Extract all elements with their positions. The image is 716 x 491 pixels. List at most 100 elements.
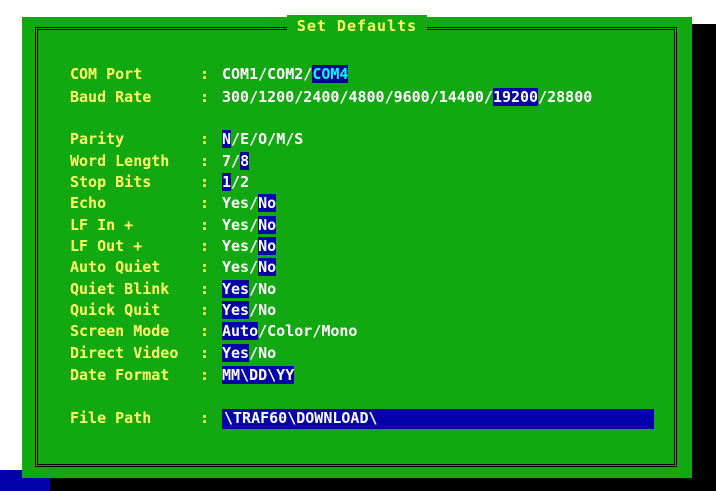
option-com-port-com1[interactable]: COM1 xyxy=(222,65,258,83)
option-parity-s[interactable]: S xyxy=(294,130,303,148)
option-separator: / xyxy=(294,88,304,106)
setting-row-quick-quit: Quick Quit: Yes/No xyxy=(70,301,276,321)
option-separator: / xyxy=(249,280,259,298)
setting-row-auto-quiet: Auto Quiet: Yes/No xyxy=(70,258,277,278)
file-path-label: File Path xyxy=(70,409,152,427)
option-screen-mode-auto[interactable]: Auto xyxy=(222,322,259,340)
option-baud-rate-19200[interactable]: 19200 xyxy=(492,88,539,106)
setting-row-screen-mode: Screen Mode: Auto/Color/Mono xyxy=(70,322,357,342)
option-echo-no[interactable]: No xyxy=(258,194,277,212)
field-colon: : xyxy=(200,194,210,212)
option-com-port-com4[interactable]: COM4 xyxy=(312,65,349,83)
setting-row-date-format: Date Format: MM\DD\YY xyxy=(70,366,295,386)
option-separator: / xyxy=(249,216,259,234)
setting-label: Auto Quiet xyxy=(70,258,161,276)
option-parity-m[interactable]: M xyxy=(276,130,285,148)
option-parity-n[interactable]: N xyxy=(222,130,232,148)
field-colon: : xyxy=(200,237,210,255)
setting-label: Word Length xyxy=(70,152,170,170)
setting-label: Quick Quit xyxy=(70,301,161,319)
setting-label: LF Out + xyxy=(70,237,143,255)
option-separator: / xyxy=(429,88,439,106)
option-separator: / xyxy=(303,65,313,83)
option-stop-bits-1[interactable]: 1 xyxy=(222,173,232,191)
option-date-format-mm-dd-yy[interactable]: MM\DD\YY xyxy=(222,366,295,384)
option-quiet-blink-no[interactable]: No xyxy=(258,280,276,298)
file-path-input[interactable]: \TRAF60\DOWNLOAD\ xyxy=(222,409,654,429)
option-lf-out-yes[interactable]: Yes xyxy=(222,237,249,255)
option-baud-rate-14400[interactable]: 14400 xyxy=(439,88,484,106)
option-quick-quit-yes[interactable]: Yes xyxy=(222,301,250,319)
option-separator: / xyxy=(249,301,259,319)
setting-row-baud-rate: Baud Rate:300/1200/2400/4800/9600/14400/… xyxy=(70,88,592,108)
setting-row-com-port: COM Port: COM1/COM2/COM4 xyxy=(70,65,349,85)
option-word-length-7[interactable]: 7 xyxy=(222,152,231,170)
option-separator: / xyxy=(249,258,259,276)
field-colon: : xyxy=(200,216,210,234)
option-screen-mode-mono[interactable]: Mono xyxy=(321,322,357,340)
option-com-port-com2[interactable]: COM2 xyxy=(267,65,303,83)
field-colon: : xyxy=(200,152,210,170)
option-separator: / xyxy=(258,65,268,83)
field-colon: : xyxy=(200,258,210,276)
option-direct-video-yes[interactable]: Yes xyxy=(222,344,250,362)
option-separator: / xyxy=(267,130,277,148)
setting-label: LF In + xyxy=(70,216,134,234)
option-separator: / xyxy=(538,88,548,106)
option-baud-rate-28800[interactable]: 28800 xyxy=(547,88,592,106)
option-auto-quiet-yes[interactable]: Yes xyxy=(222,258,249,276)
setting-row-lf-out: LF Out +: Yes/No xyxy=(70,237,277,257)
set-defaults-dialog: Set Defaults COM Port: COM1/COM2/COM4 Baud… xyxy=(22,15,692,478)
option-baud-rate-9600[interactable]: 9600 xyxy=(394,88,430,106)
field-colon: : xyxy=(200,65,210,83)
option-screen-mode-color[interactable]: Color xyxy=(267,322,312,340)
field-colon: : xyxy=(200,301,210,319)
field-colon: : xyxy=(200,366,210,384)
option-direct-video-no[interactable]: No xyxy=(258,344,276,362)
option-separator: / xyxy=(285,130,295,148)
option-word-length-8[interactable]: 8 xyxy=(240,152,250,170)
option-separator: / xyxy=(258,322,268,340)
setting-row-lf-in: LF In +: Yes/No xyxy=(70,216,277,236)
option-quiet-blink-yes[interactable]: Yes xyxy=(222,280,250,298)
option-baud-rate-4800[interactable]: 4800 xyxy=(348,88,384,106)
field-colon: : xyxy=(200,130,210,148)
option-separator: / xyxy=(249,194,259,212)
option-separator: / xyxy=(483,88,493,106)
option-parity-o[interactable]: O xyxy=(258,130,267,148)
field-colon: : xyxy=(200,322,210,340)
field-colon: : xyxy=(200,88,210,106)
setting-label: Stop Bits xyxy=(70,173,152,191)
setting-label: Parity xyxy=(70,130,125,148)
option-separator: / xyxy=(249,88,259,106)
setting-row-parity: Parity: N/E/O/M/S xyxy=(70,130,303,150)
option-lf-in-yes[interactable]: Yes xyxy=(222,216,249,234)
setting-label: Date Format xyxy=(70,366,170,384)
option-separator: / xyxy=(384,88,394,106)
setting-label: Echo xyxy=(70,194,107,212)
option-baud-rate-2400[interactable]: 2400 xyxy=(303,88,339,106)
option-stop-bits-2[interactable]: 2 xyxy=(240,173,249,191)
option-separator: / xyxy=(231,130,241,148)
field-colon: : xyxy=(200,409,210,427)
setting-row-echo: Echo: Yes/No xyxy=(70,194,277,214)
option-separator: / xyxy=(231,173,241,191)
option-separator: / xyxy=(312,322,322,340)
option-baud-rate-300[interactable]: 300 xyxy=(222,88,249,106)
setting-row-direct-video: Direct Video: Yes/No xyxy=(70,344,276,364)
option-parity-e[interactable]: E xyxy=(240,130,249,148)
setting-label: Quiet Blink xyxy=(70,280,170,298)
option-lf-out-no[interactable]: No xyxy=(258,237,277,255)
setting-label: Direct Video xyxy=(70,344,179,362)
setting-label: Screen Mode xyxy=(70,322,170,340)
field-colon: : xyxy=(200,173,210,191)
option-lf-in-no[interactable]: No xyxy=(258,216,277,234)
option-baud-rate-1200[interactable]: 1200 xyxy=(258,88,294,106)
field-colon: : xyxy=(200,280,210,298)
file-path-row: File Path: \TRAF60\DOWNLOAD\ xyxy=(70,409,654,429)
option-echo-yes[interactable]: Yes xyxy=(222,194,249,212)
option-separator: / xyxy=(249,344,259,362)
option-auto-quiet-no[interactable]: No xyxy=(258,258,277,276)
option-quick-quit-no[interactable]: No xyxy=(258,301,276,319)
setting-label: COM Port xyxy=(70,65,143,83)
